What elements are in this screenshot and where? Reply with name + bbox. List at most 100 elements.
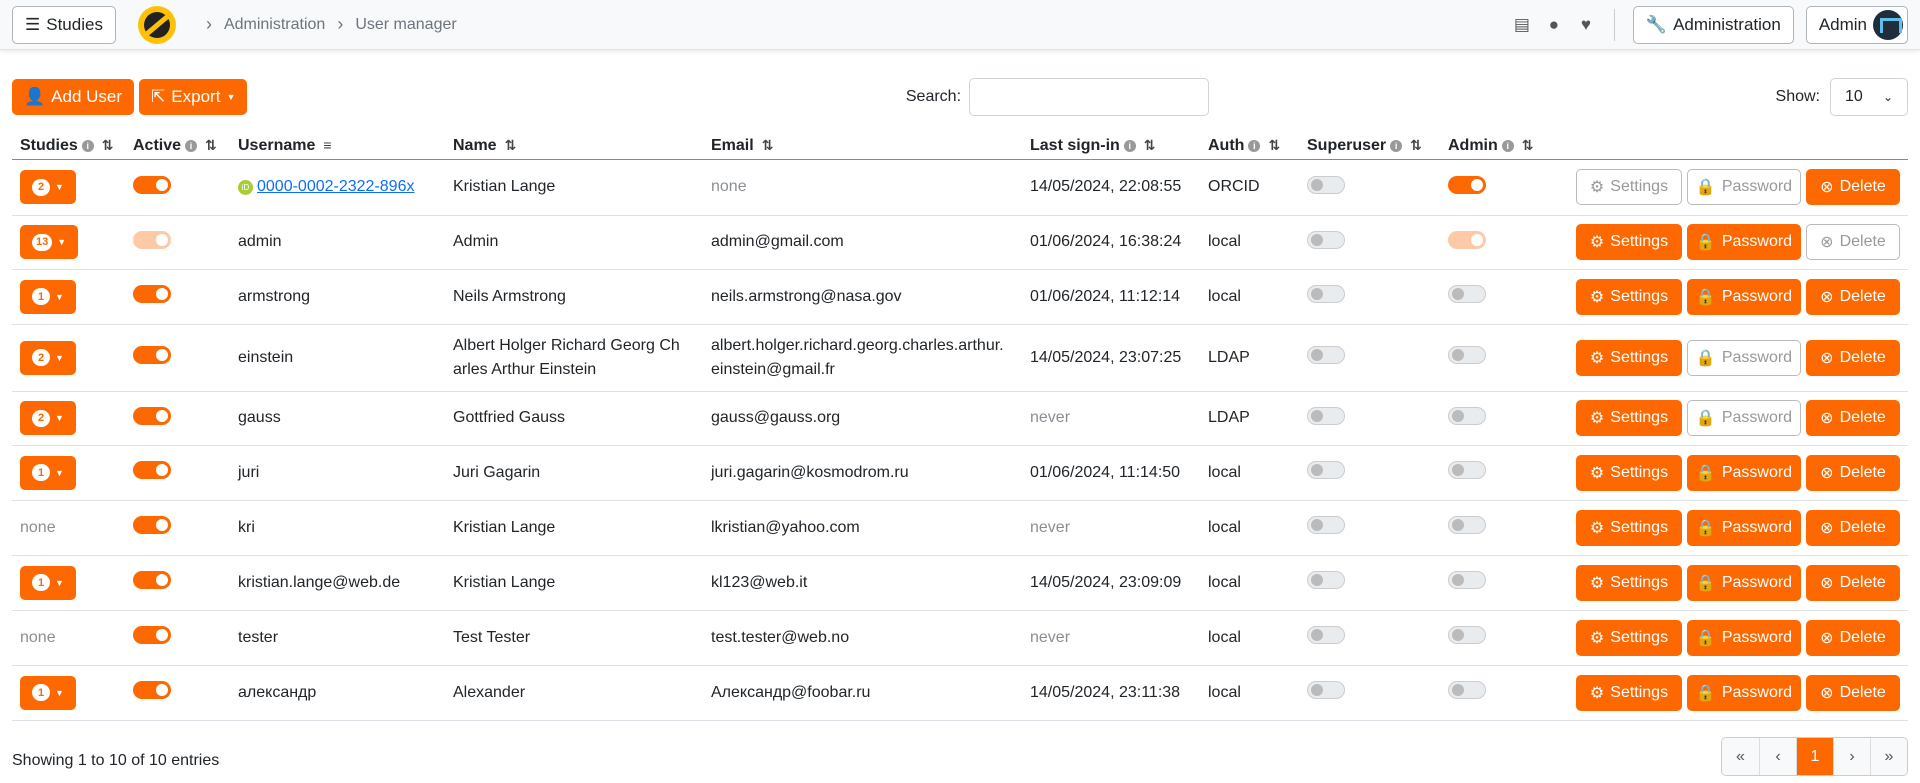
admin-toggle[interactable]	[1448, 516, 1486, 534]
password-button[interactable]: 🔒 Password	[1687, 619, 1801, 656]
settings-button[interactable]: ⚙ Settings	[1576, 224, 1682, 260]
col-email[interactable]: Email ⇅	[703, 133, 1022, 160]
app-logo[interactable]	[137, 5, 176, 44]
superuser-toggle[interactable]	[1307, 285, 1345, 303]
search-input[interactable]	[969, 78, 1210, 116]
password-button[interactable]: 🔒 Password	[1687, 509, 1801, 546]
active-toggle[interactable]	[133, 406, 171, 425]
page-length-select[interactable]: 10 ⌄	[1830, 78, 1908, 116]
col-studies[interactable]: Studies i ⇅	[12, 133, 125, 160]
delete-button[interactable]: ⊗ Delete	[1806, 454, 1900, 491]
sort-icon[interactable]: ⇅	[505, 137, 517, 153]
info-icon[interactable]: i	[81, 139, 94, 152]
settings-button[interactable]: ⚙ Settings	[1576, 619, 1682, 656]
studies-menu-button[interactable]: ☰ Studies	[12, 5, 116, 44]
studies-dropdown-button[interactable]: 2 ▼	[20, 340, 76, 375]
superuser-toggle[interactable]	[1307, 681, 1345, 699]
settings-button[interactable]: ⚙ Settings	[1576, 564, 1682, 601]
delete-button[interactable]: ⊗ Delete	[1806, 278, 1900, 315]
info-icon[interactable]: i	[1248, 139, 1261, 152]
info-icon[interactable]: i	[1123, 139, 1136, 152]
studies-dropdown-button[interactable]: 1 ▼	[20, 675, 76, 710]
col-active[interactable]: Active i ⇅	[125, 133, 230, 160]
delete-button[interactable]: ⊗ Delete	[1806, 400, 1900, 436]
password-button[interactable]: 🔒 Password	[1687, 454, 1801, 491]
export-button[interactable]: ⇱ Export ▼	[139, 79, 248, 115]
password-button[interactable]: 🔒 Password	[1687, 278, 1801, 315]
delete-button[interactable]: ⊗ Delete	[1806, 169, 1900, 205]
delete-button[interactable]: ⊗ Delete	[1806, 619, 1900, 656]
active-toggle[interactable]	[133, 516, 171, 534]
active-toggle[interactable]	[133, 175, 171, 194]
delete-button[interactable]: ⊗ Delete	[1806, 674, 1900, 711]
settings-button[interactable]: ⚙ Settings	[1576, 278, 1682, 315]
admin-toggle[interactable]	[1448, 461, 1486, 479]
active-toggle[interactable]	[133, 681, 171, 699]
info-icon[interactable]: i	[185, 139, 198, 152]
settings-button[interactable]: ⚙ Settings	[1576, 339, 1682, 376]
superuser-toggle[interactable]	[1307, 230, 1345, 249]
next-page-icon[interactable]: ›	[1833, 738, 1870, 775]
documentation-icon[interactable]: ▤	[1512, 15, 1532, 35]
col-name[interactable]: Name ⇅	[445, 133, 703, 160]
admin-toggle[interactable]	[1448, 285, 1486, 303]
admin-toggle[interactable]	[1448, 571, 1486, 589]
superuser-toggle[interactable]	[1307, 346, 1345, 364]
breadcrumb-administration[interactable]: Administration	[224, 16, 325, 34]
admin-toggle[interactable]	[1448, 406, 1486, 425]
username-link[interactable]: 0000-0002-2322-896x	[257, 178, 414, 195]
admin-toggle[interactable]	[1448, 626, 1486, 644]
studies-dropdown-button[interactable]: 1 ▼	[20, 455, 76, 490]
password-button[interactable]: 🔒 Password	[1687, 224, 1801, 260]
sort-icon[interactable]: ⇅	[205, 137, 217, 153]
admin-toggle[interactable]	[1448, 346, 1486, 364]
settings-button[interactable]: ⚙ Settings	[1576, 400, 1682, 436]
settings-button[interactable]: ⚙ Settings	[1576, 454, 1682, 491]
info-icon[interactable]: i	[1390, 139, 1403, 152]
password-button[interactable]: 🔒 Password	[1687, 564, 1801, 601]
studies-dropdown-button[interactable]: 2 ▼	[20, 170, 76, 204]
page-button-current[interactable]: 1	[1796, 738, 1833, 775]
superuser-toggle[interactable]	[1307, 461, 1345, 479]
col-admin[interactable]: Admin i ⇅	[1440, 133, 1568, 160]
github-icon[interactable]: ●	[1544, 15, 1564, 35]
settings-button[interactable]: ⚙ Settings	[1576, 674, 1682, 711]
studies-dropdown-button[interactable]: 1 ▼	[20, 279, 76, 314]
previous-page-icon[interactable]: ‹	[1759, 738, 1796, 775]
superuser-toggle[interactable]	[1307, 626, 1345, 644]
add-user-button[interactable]: 👤 Add User	[12, 79, 135, 115]
delete-button[interactable]: ⊗ Delete	[1806, 509, 1900, 546]
active-toggle[interactable]	[133, 346, 171, 364]
col-auth[interactable]: Auth i ⇅	[1200, 133, 1299, 160]
col-last-signin[interactable]: Last sign-in i ⇅	[1022, 133, 1200, 160]
sort-icon[interactable]: ⇅	[1268, 137, 1280, 153]
col-username[interactable]: Username ≡	[230, 133, 445, 160]
active-toggle[interactable]	[133, 285, 171, 303]
studies-dropdown-button[interactable]: 2 ▼	[20, 401, 76, 435]
studies-dropdown-button[interactable]: 13 ▼	[20, 225, 79, 259]
administration-button[interactable]: 🔧 Administration	[1632, 5, 1794, 44]
superuser-toggle[interactable]	[1307, 516, 1345, 534]
heart-icon[interactable]: ♥	[1576, 15, 1596, 35]
delete-button[interactable]: ⊗ Delete	[1806, 339, 1900, 376]
first-page-icon[interactable]: «	[1722, 738, 1759, 775]
admin-toggle[interactable]	[1448, 175, 1486, 194]
col-superuser[interactable]: Superuser i ⇅	[1299, 133, 1440, 160]
superuser-toggle[interactable]	[1307, 571, 1345, 589]
sort-icon[interactable]: ⇅	[1144, 137, 1156, 153]
user-menu-button[interactable]: Admin	[1805, 5, 1908, 44]
active-toggle[interactable]	[133, 571, 171, 589]
info-icon[interactable]: i	[1501, 139, 1514, 152]
active-toggle[interactable]	[133, 626, 171, 644]
sort-icon[interactable]: ⇅	[762, 137, 774, 153]
settings-button[interactable]: ⚙ Settings	[1576, 509, 1682, 546]
sort-icon[interactable]: ⇅	[1522, 137, 1534, 153]
studies-dropdown-button[interactable]: 1 ▼	[20, 565, 76, 600]
sort-icon[interactable]: ⇅	[1410, 137, 1422, 153]
last-page-icon[interactable]: »	[1870, 738, 1907, 775]
password-button[interactable]: 🔒 Password	[1687, 674, 1801, 711]
delete-button[interactable]: ⊗ Delete	[1806, 564, 1900, 601]
active-toggle[interactable]	[133, 461, 171, 479]
superuser-toggle[interactable]	[1307, 175, 1345, 194]
sort-icon[interactable]: ⇅	[102, 137, 114, 153]
